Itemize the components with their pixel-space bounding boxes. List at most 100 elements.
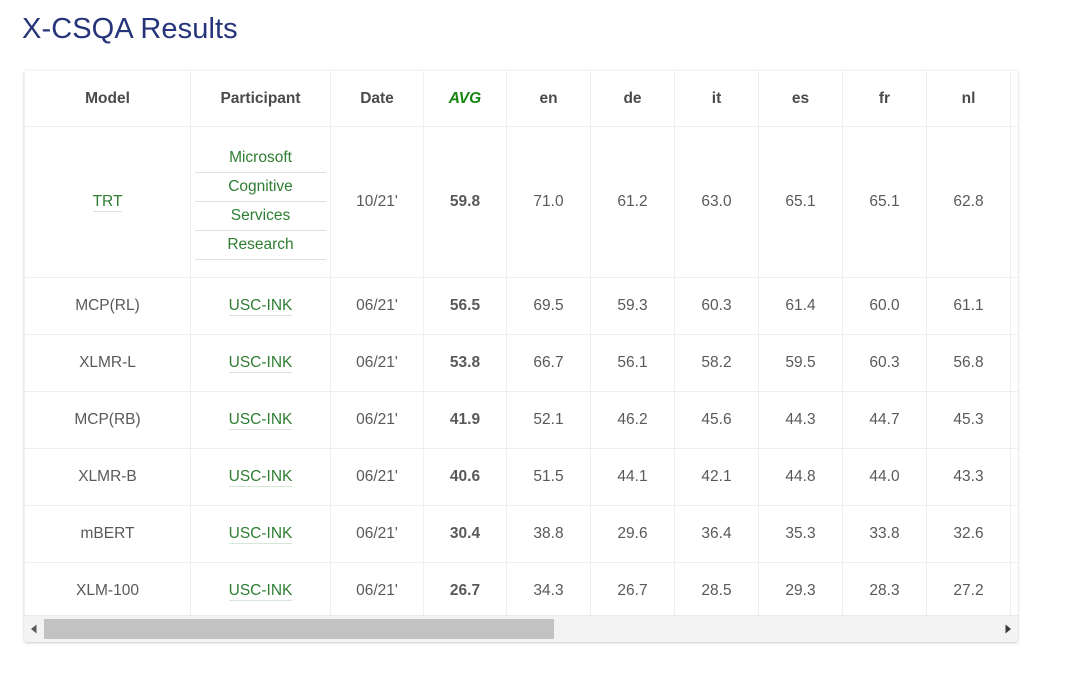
cell-nl: 56.8: [927, 335, 1011, 392]
cell-overflow: [1011, 449, 1019, 506]
cell-overflow: [1011, 278, 1019, 335]
table-row: XLMR-B USC-INK 06/21' 40.6 51.5 44.1 42.…: [25, 449, 1019, 506]
cell-overflow: [1011, 335, 1019, 392]
cell-participant: USC-INK: [191, 335, 331, 392]
cell-avg: 26.7: [424, 563, 507, 617]
cell-participant: Microsoft Cognitive Services Research: [191, 127, 331, 278]
participant-line: Cognitive: [195, 173, 326, 202]
page-title: X-CSQA Results: [22, 9, 238, 49]
table-row: MCP(RB) USC-INK 06/21' 41.9 52.1 46.2 45…: [25, 392, 1019, 449]
participant-line: Research: [195, 231, 326, 260]
cell-nl: 27.2: [927, 563, 1011, 617]
cell-avg: 56.5: [424, 278, 507, 335]
cell-model: MCP(RB): [25, 392, 191, 449]
cell-de: 44.1: [591, 449, 675, 506]
table-row: mBERT USC-INK 06/21' 30.4 38.8 29.6 36.4…: [25, 506, 1019, 563]
column-header-nl[interactable]: nl: [927, 71, 1011, 127]
participant-link[interactable]: USC-INK: [229, 525, 293, 544]
cell-fr: 33.8: [843, 506, 927, 563]
participant-link[interactable]: Microsoft Cognitive Services Research: [195, 144, 326, 260]
column-header-de[interactable]: de: [591, 71, 675, 127]
cell-nl: 45.3: [927, 392, 1011, 449]
cell-it: 42.1: [675, 449, 759, 506]
cell-fr: 65.1: [843, 127, 927, 278]
cell-en: 38.8: [507, 506, 591, 563]
page-root: X-CSQA Results: [0, 0, 1080, 675]
cell-es: 44.8: [759, 449, 843, 506]
cell-es: 61.4: [759, 278, 843, 335]
cell-participant: USC-INK: [191, 392, 331, 449]
cell-en: 51.5: [507, 449, 591, 506]
cell-de: 29.6: [591, 506, 675, 563]
triangle-left-icon: [30, 624, 38, 634]
cell-it: 28.5: [675, 563, 759, 617]
column-header-it[interactable]: it: [675, 71, 759, 127]
participant-link[interactable]: USC-INK: [229, 582, 293, 601]
cell-es: 65.1: [759, 127, 843, 278]
participant-link-wrap: Microsoft Cognitive Services Research: [195, 144, 326, 260]
cell-it: 45.6: [675, 392, 759, 449]
column-header-es[interactable]: es: [759, 71, 843, 127]
cell-it: 36.4: [675, 506, 759, 563]
cell-overflow: [1011, 127, 1019, 278]
cell-es: 59.5: [759, 335, 843, 392]
scroll-left-button[interactable]: [24, 616, 44, 642]
scroll-right-button[interactable]: [998, 616, 1018, 642]
cell-fr: 44.7: [843, 392, 927, 449]
cell-de: 26.7: [591, 563, 675, 617]
triangle-right-icon: [1004, 624, 1012, 634]
cell-date: 10/21': [331, 127, 424, 278]
cell-overflow: [1011, 506, 1019, 563]
cell-fr: 44.0: [843, 449, 927, 506]
cell-model: XLMR-L: [25, 335, 191, 392]
cell-avg: 30.4: [424, 506, 507, 563]
cell-overflow: [1011, 392, 1019, 449]
cell-overflow: [1011, 563, 1019, 617]
participant-link[interactable]: USC-INK: [229, 411, 293, 430]
horizontal-scrollbar[interactable]: [24, 615, 1018, 642]
column-header-model[interactable]: Model: [25, 71, 191, 127]
participant-link[interactable]: USC-INK: [229, 468, 293, 487]
cell-es: 29.3: [759, 563, 843, 617]
cell-nl: 32.6: [927, 506, 1011, 563]
cell-model: XLM-100: [25, 563, 191, 617]
cell-fr: 60.3: [843, 335, 927, 392]
cell-en: 69.5: [507, 278, 591, 335]
scrollbar-track[interactable]: [44, 616, 998, 642]
scrollbar-thumb[interactable]: [44, 619, 554, 639]
cell-nl: 62.8: [927, 127, 1011, 278]
cell-nl: 43.3: [927, 449, 1011, 506]
cell-fr: 28.3: [843, 563, 927, 617]
cell-date: 06/21': [331, 335, 424, 392]
cell-it: 60.3: [675, 278, 759, 335]
participant-link[interactable]: USC-INK: [229, 354, 293, 373]
cell-en: 66.7: [507, 335, 591, 392]
cell-fr: 60.0: [843, 278, 927, 335]
table-body: TRT Microsoft Cognitive Services Researc…: [25, 127, 1019, 617]
cell-es: 35.3: [759, 506, 843, 563]
cell-es: 44.3: [759, 392, 843, 449]
cell-it: 63.0: [675, 127, 759, 278]
cell-avg: 53.8: [424, 335, 507, 392]
column-header-date[interactable]: Date: [331, 71, 424, 127]
cell-de: 61.2: [591, 127, 675, 278]
table-header-row: Model Participant Date AVG en de it es f…: [25, 71, 1019, 127]
cell-avg: 40.6: [424, 449, 507, 506]
cell-it: 58.2: [675, 335, 759, 392]
cell-date: 06/21': [331, 563, 424, 617]
table-row: XLMR-L USC-INK 06/21' 53.8 66.7 56.1 58.…: [25, 335, 1019, 392]
column-header-fr[interactable]: fr: [843, 71, 927, 127]
cell-nl: 61.1: [927, 278, 1011, 335]
cell-de: 56.1: [591, 335, 675, 392]
column-header-overflow: [1011, 71, 1019, 127]
cell-date: 06/21': [331, 506, 424, 563]
column-header-avg[interactable]: AVG: [424, 71, 507, 127]
table-scroll-viewport[interactable]: Model Participant Date AVG en de it es f…: [24, 70, 1018, 616]
column-header-participant[interactable]: Participant: [191, 71, 331, 127]
participant-link[interactable]: USC-INK: [229, 297, 293, 316]
cell-participant: USC-INK: [191, 278, 331, 335]
cell-date: 06/21': [331, 449, 424, 506]
results-card: Model Participant Date AVG en de it es f…: [24, 70, 1018, 642]
model-link[interactable]: TRT: [93, 193, 123, 212]
column-header-en[interactable]: en: [507, 71, 591, 127]
